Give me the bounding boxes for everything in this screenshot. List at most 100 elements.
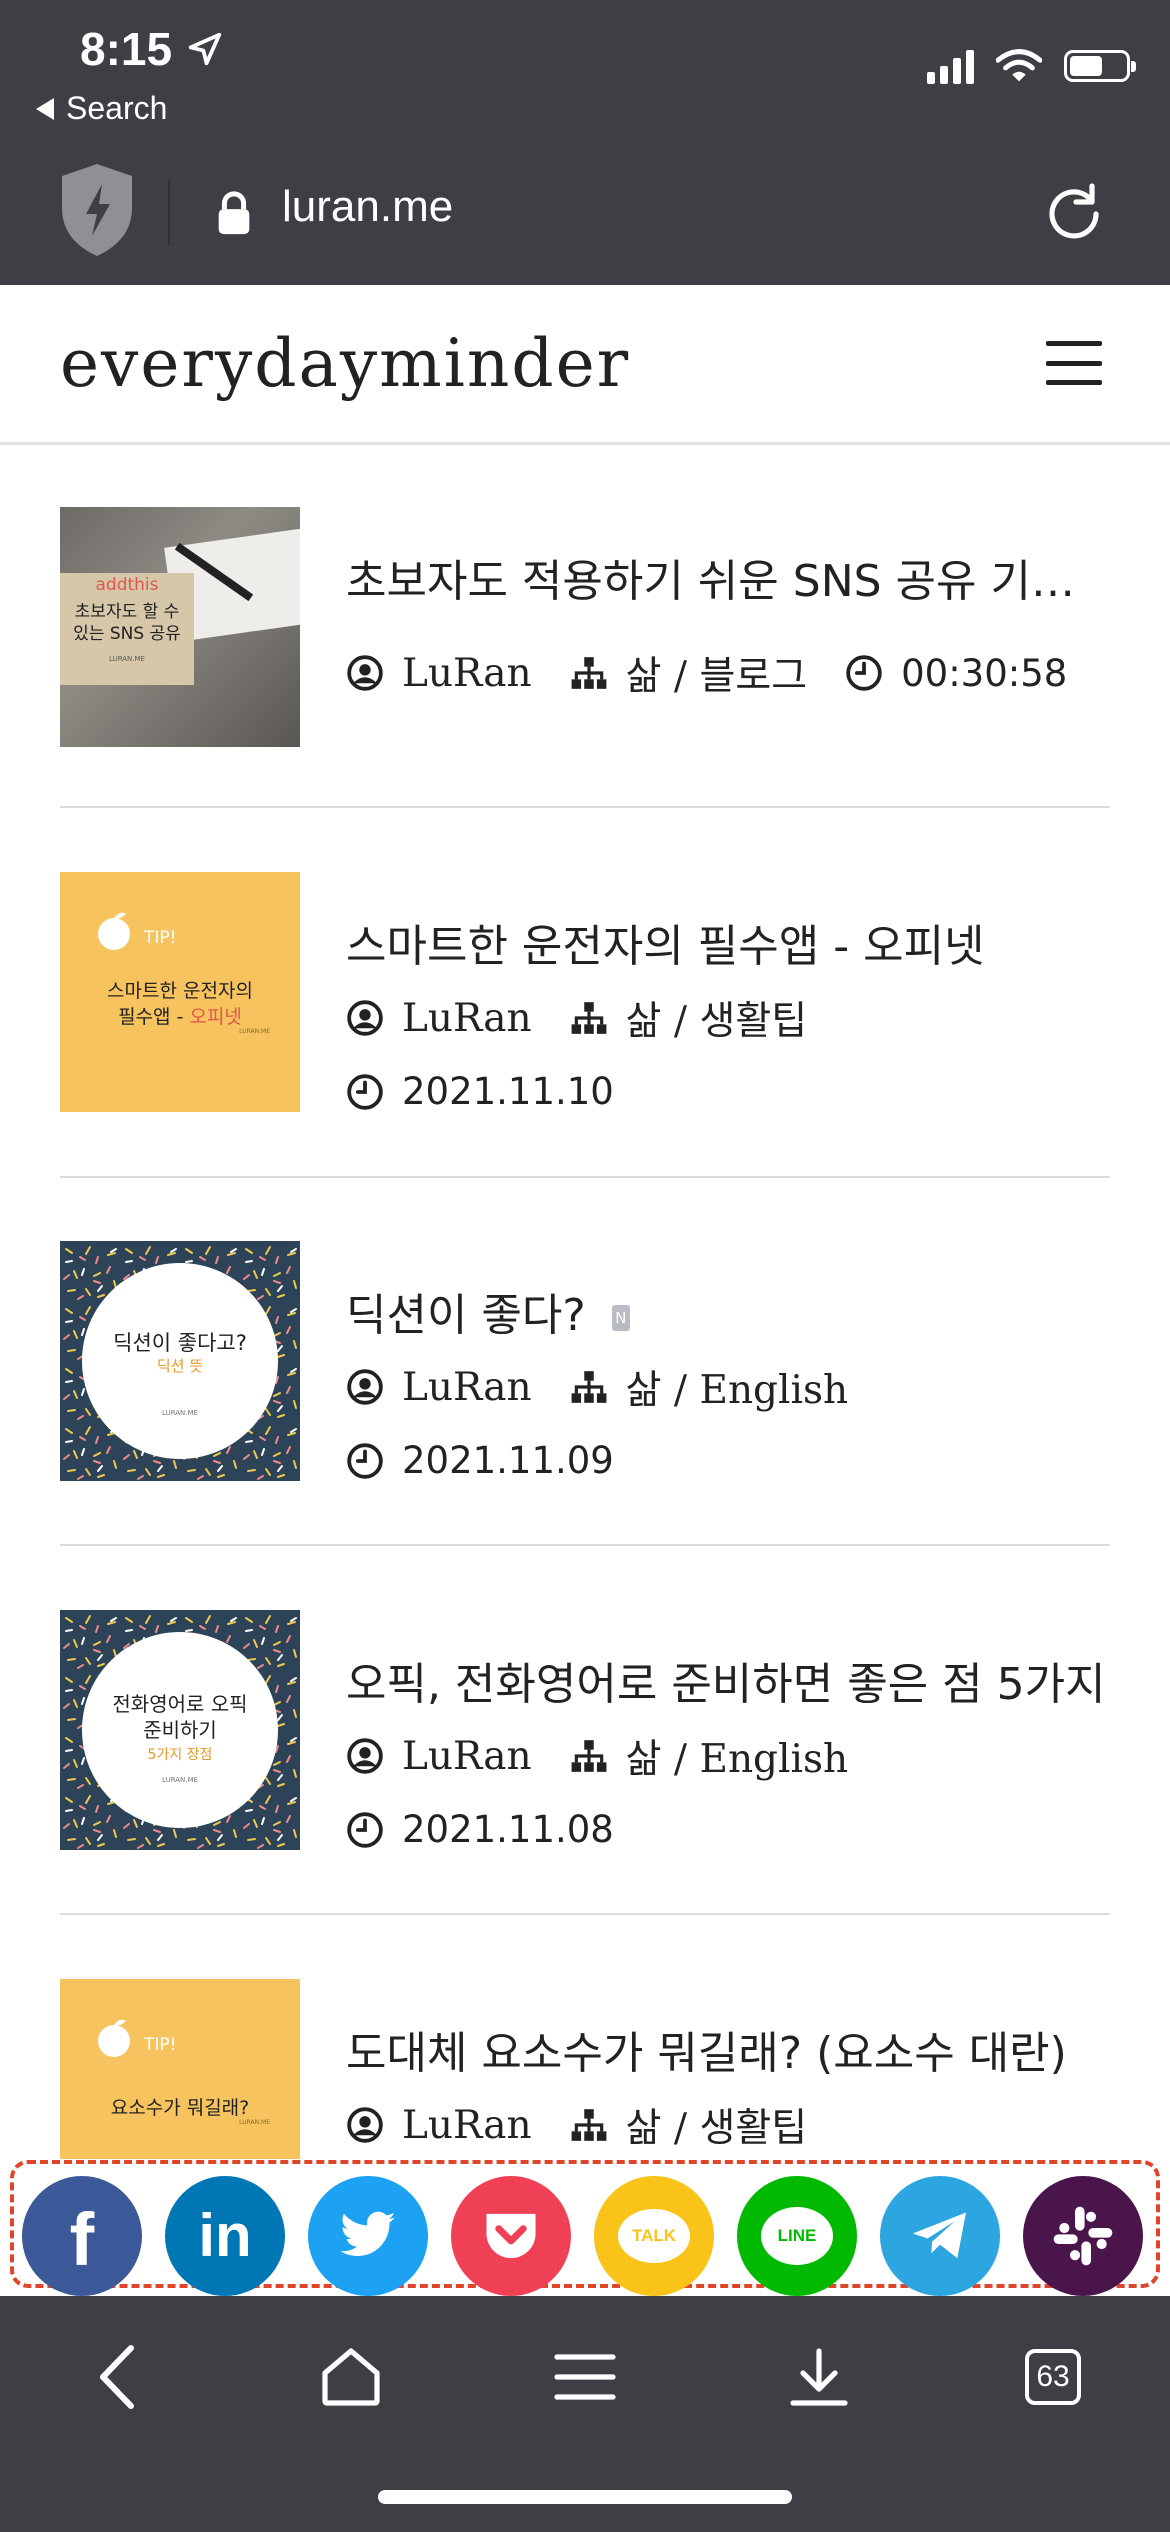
thumb-brand: addthis <box>95 575 159 595</box>
user-icon <box>346 1368 384 1406</box>
post-item[interactable]: 전화영어로 오픽 준비하기 5가지 장점 LURAN.ME 오픽, 전화영어로 … <box>60 1610 1110 1851</box>
list-menu-icon <box>554 2354 616 2400</box>
thumb-line: 필수앱 - 오피넷 <box>60 1002 300 1029</box>
toolbar-divider <box>168 180 170 246</box>
pocket-icon <box>486 2213 536 2259</box>
author-name: LuRan <box>402 995 532 1041</box>
post-category[interactable]: 삶 / English <box>570 1728 848 1784</box>
wifi-icon <box>996 49 1042 82</box>
post-title[interactable]: 스마트한 운전자의 필수앱 - 오피넷 <box>346 910 1106 974</box>
twitter-share-button[interactable] <box>308 2176 428 2296</box>
post-author[interactable]: LuRan <box>346 1365 532 1410</box>
home-button[interactable] <box>306 2332 396 2422</box>
address-bar-url[interactable]: luran.me <box>282 182 453 232</box>
download-icon <box>790 2348 848 2406</box>
telegram-share-button[interactable] <box>880 2176 1000 2296</box>
post-thumbnail[interactable]: 전화영어로 오픽 준비하기 5가지 장점 LURAN.ME <box>60 1610 300 1850</box>
tab-count-icon: 63 <box>1025 2349 1081 2405</box>
chevron-left-icon <box>100 2345 134 2409</box>
thumb-credit: LURAN.ME <box>109 655 145 663</box>
linkedin-icon: in <box>198 2202 252 2269</box>
user-icon <box>346 1737 384 1775</box>
post-time: 2021.11.08 <box>346 1808 614 1851</box>
post-divider <box>60 1913 1110 1915</box>
shield-icon[interactable] <box>60 162 134 258</box>
facebook-share-button[interactable]: f <box>22 2176 142 2296</box>
sitemap-icon <box>570 2106 608 2144</box>
facebook-icon: f <box>69 2198 95 2281</box>
menu-button[interactable] <box>540 2332 630 2422</box>
post-thumbnail[interactable]: 딕션이 좋다고? 딕션 뜻 LURAN.ME <box>60 1241 300 1481</box>
post-author[interactable]: LuRan <box>346 651 532 696</box>
kakaotalk-share-button[interactable]: TALK <box>594 2176 714 2296</box>
status-time-text: 8:15 <box>80 23 173 75</box>
post-category[interactable]: 삶 / 생활팁 <box>570 2097 807 2153</box>
thumb-tip: TIP! <box>144 928 177 948</box>
sitemap-icon <box>570 1368 608 1406</box>
post-time: 00:30:58 <box>845 652 1067 695</box>
slack-icon <box>1053 2206 1113 2266</box>
pocket-share-button[interactable] <box>451 2176 571 2296</box>
post-author[interactable]: LuRan <box>346 1734 532 1779</box>
post-author[interactable]: LuRan <box>346 2103 532 2148</box>
post-meta: 2021.11.10 <box>346 1070 652 1113</box>
user-icon <box>346 2106 384 2144</box>
post-item[interactable]: addthis 초보자도 할 수 있는 SNS 공유 LURAN.ME 초보자도… <box>60 507 1110 747</box>
category-name: 삶 / English <box>625 1368 849 1413</box>
post-category[interactable]: 삶 / 블로그 <box>570 645 807 701</box>
post-meta: 2021.11.09 <box>346 1439 652 1482</box>
back-to-search-button[interactable]: Search <box>36 90 167 127</box>
post-category[interactable]: 삶 / English <box>570 1359 848 1415</box>
post-title[interactable]: 오픽, 전화영어로 준비하면 좋은 점 5가지 <box>346 1648 1106 1712</box>
tabs-button[interactable]: 63 <box>1008 2332 1098 2422</box>
category-name: 삶 / 블로그 <box>625 654 808 699</box>
downloads-button[interactable] <box>774 2332 864 2422</box>
post-divider <box>60 1176 1110 1178</box>
thumb-line: 전화영어로 오픽 <box>112 1692 248 1716</box>
browser-top-bar: 8:15 Search luran.me <box>0 0 1170 285</box>
post-item[interactable]: 딕션이 좋다고? 딕션 뜻 LURAN.ME 딕션이 좋다? N LuRan 삶… <box>60 1241 1110 1482</box>
status-clock: 8:15 <box>80 22 224 76</box>
post-item[interactable]: TIP! 스마트한 운전자의 필수앱 - 오피넷 LURAN.ME 스마트한 운… <box>60 872 1110 1113</box>
category-name: 삶 / 생활팁 <box>625 999 808 1044</box>
slack-share-button[interactable] <box>1023 2176 1143 2296</box>
tangerine-icon <box>98 2019 130 2057</box>
line-share-button[interactable]: LINE <box>737 2176 857 2296</box>
author-name: LuRan <box>402 2102 532 2148</box>
thumb-line: 준비하기 <box>143 1718 217 1742</box>
post-author[interactable]: LuRan <box>346 996 532 1041</box>
post-thumbnail[interactable]: TIP! 스마트한 운전자의 필수앱 - 오피넷 LURAN.ME <box>60 872 300 1112</box>
post-meta: LuRan 삶 / English <box>346 1728 886 1784</box>
author-name: LuRan <box>402 1364 532 1410</box>
sitemap-icon <box>570 654 608 692</box>
menu-icon[interactable] <box>1046 341 1102 385</box>
post-thumbnail[interactable]: TIP! 요소수가 뭐길래? LURAN.ME <box>60 1979 300 2159</box>
back-button[interactable] <box>72 2332 162 2422</box>
post-title[interactable]: 초보자도 적용하기 쉬운 SNS 공유 기능 - AddThis <box>346 545 1106 609</box>
post-title[interactable]: 딕션이 좋다? N <box>346 1279 1106 1343</box>
linkedin-share-button[interactable]: in <box>165 2176 285 2296</box>
clock-icon <box>845 654 883 692</box>
post-thumbnail[interactable]: addthis 초보자도 할 수 있는 SNS 공유 LURAN.ME <box>60 507 300 747</box>
thumb-line-accent: 딕션 뜻 <box>156 1357 204 1375</box>
location-arrow-icon <box>188 32 222 66</box>
reload-icon[interactable] <box>1040 180 1108 248</box>
thumb-line: 있는 SNS 공유 <box>73 624 181 644</box>
user-icon <box>346 999 384 1037</box>
user-icon <box>346 654 384 692</box>
post-category[interactable]: 삶 / 생활팁 <box>570 990 807 1046</box>
site-title[interactable]: everydayminder <box>60 325 630 402</box>
post-title[interactable]: 도대체 요소수가 뭐길래? (요소수 대란) <box>346 2017 1106 2081</box>
twitter-bird-icon <box>340 2211 396 2256</box>
thumb-line: 스마트한 운전자의 <box>107 980 253 1002</box>
status-icons <box>927 48 1136 84</box>
post-divider <box>60 1544 1110 1546</box>
home-indicator <box>378 2490 792 2504</box>
thumb-credit: LURAN.ME <box>239 1028 270 1035</box>
thumb-tip: TIP! <box>144 2035 177 2055</box>
thumb-credit: LURAN.ME <box>162 1409 198 1417</box>
post-time: 2021.11.09 <box>346 1439 614 1482</box>
clock-icon <box>346 1073 384 1111</box>
post-item[interactable]: TIP! 요소수가 뭐길래? LURAN.ME 도대체 요소수가 뭐길래? (요… <box>60 1979 1110 2159</box>
thumb-line-part: 필수앱 - <box>118 1006 190 1028</box>
